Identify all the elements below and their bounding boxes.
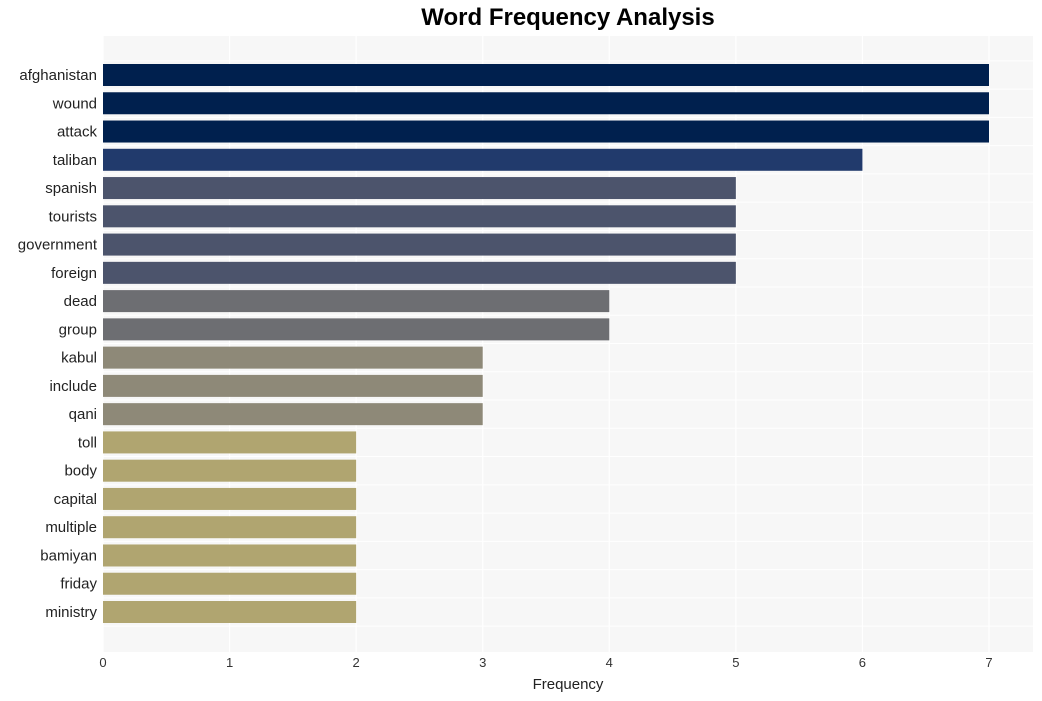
category-label: afghanistan [19, 67, 97, 84]
category-label: taliban [53, 152, 97, 169]
x-tick-labels: 0 1 2 3 4 5 6 7 [99, 655, 992, 670]
bar-multiple [103, 516, 357, 539]
category-label: include [49, 378, 97, 395]
category-label: friday [60, 576, 97, 593]
category-labels: afghanistan wound attack taliban spanish tour… [18, 67, 98, 621]
category-label: qani [69, 406, 97, 423]
category-label: kabul [61, 350, 97, 367]
bar-spanish [103, 177, 736, 200]
category-label: group [59, 321, 97, 338]
bar-group [103, 318, 610, 341]
bar-qani [103, 403, 483, 426]
category-label: bamiyan [40, 547, 97, 564]
x-tick-label: 6 [859, 655, 866, 670]
x-tick-label: 7 [985, 655, 992, 670]
bar-afghanistan [103, 64, 989, 86]
category-label: wound [52, 95, 97, 112]
x-tick-label: 3 [479, 655, 486, 670]
bar-friday [103, 572, 357, 595]
bar-body [103, 459, 357, 482]
x-tick-label: 0 [99, 655, 106, 670]
bar-ministry [103, 601, 357, 623]
category-label: capital [54, 491, 97, 508]
category-label: body [64, 463, 97, 480]
x-tick-label: 1 [226, 655, 233, 670]
category-label: ministry [45, 604, 97, 621]
bar-toll [103, 431, 357, 454]
bar-wound [103, 92, 989, 115]
category-label: tourists [49, 208, 97, 225]
category-label: multiple [45, 519, 97, 536]
bar-capital [103, 487, 357, 510]
category-label: dead [64, 293, 97, 310]
bar-foreign [103, 261, 736, 284]
x-tick-label: 4 [606, 655, 613, 670]
bar-attack [103, 120, 989, 143]
x-tick-label: 5 [732, 655, 739, 670]
category-label: attack [57, 124, 98, 141]
x-tick-label: 2 [353, 655, 360, 670]
category-label: spanish [45, 180, 97, 197]
bar-taliban [103, 148, 863, 171]
category-label: foreign [51, 265, 97, 282]
bar-government [103, 233, 736, 256]
bar-kabul [103, 346, 483, 369]
bar-include [103, 374, 483, 397]
bar-chart: afghanistan wound attack taliban spanish tour… [18, 36, 1033, 693]
bar-tourists [103, 205, 736, 228]
category-label: toll [78, 434, 97, 451]
x-axis-title: Frequency [533, 676, 604, 693]
category-label: government [18, 237, 98, 254]
bar-dead [103, 290, 610, 313]
bar-bamiyan [103, 544, 357, 567]
